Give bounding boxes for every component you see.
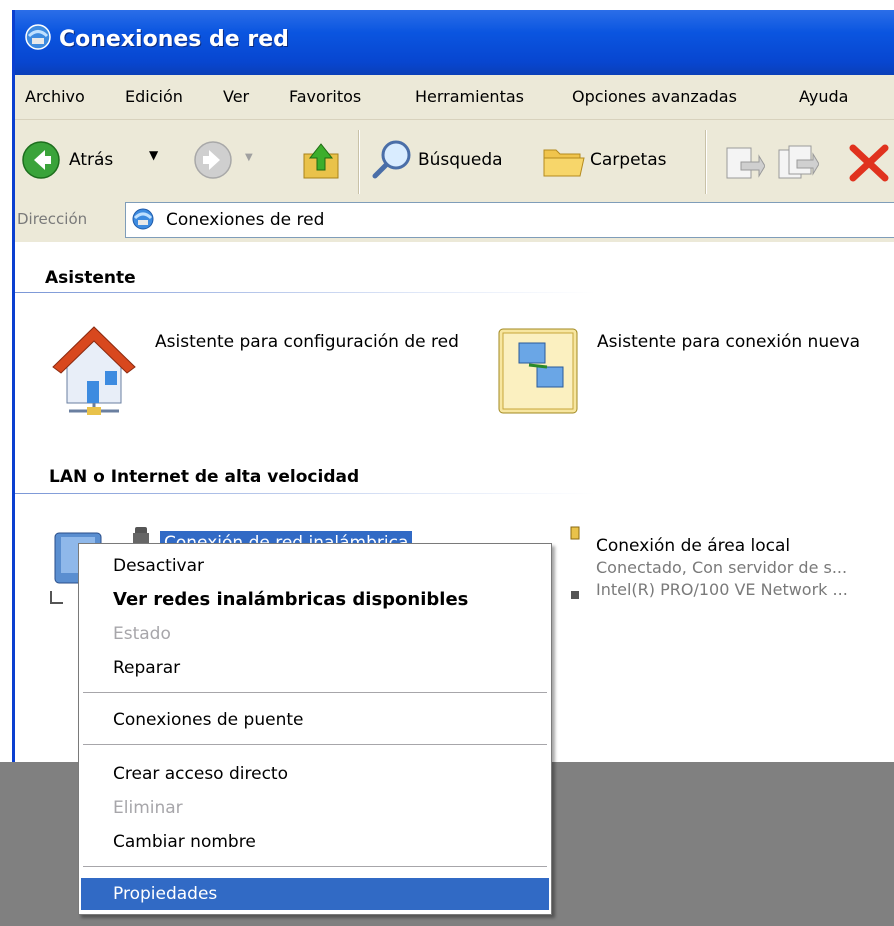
network-connections-icon xyxy=(132,208,154,230)
menu-edicion[interactable]: Edición xyxy=(125,87,183,106)
toolbar-separator xyxy=(358,130,360,194)
forward-dropdown-icon[interactable]: ▼ xyxy=(245,152,253,163)
folders-icon xyxy=(543,149,585,177)
lan-connection-status: Conectado, Con servidor de s... xyxy=(596,558,848,577)
menu-item-reparar[interactable]: Reparar xyxy=(81,652,549,684)
menu-item-ver-redes[interactable]: Ver redes inalámbricas disponibles xyxy=(81,584,549,616)
lan-connection-item[interactable]: Conexión de área local Conectado, Con se… xyxy=(569,525,894,615)
home-network-wizard-icon xyxy=(52,326,136,415)
menu-item-crear-acceso-directo[interactable]: Crear acceso directo xyxy=(81,758,549,790)
forward-button[interactable]: ▼ xyxy=(193,140,263,184)
forward-arrow-icon xyxy=(194,141,232,179)
up-folder-icon[interactable] xyxy=(300,140,342,182)
lan-connection-device: Intel(R) PRO/100 VE Network ... xyxy=(596,580,848,599)
title-bar[interactable]: Conexiones de red xyxy=(15,10,894,75)
delete-icon[interactable] xyxy=(847,142,891,184)
lan-connection-label: Conexión de área local xyxy=(596,536,791,556)
menu-favoritos[interactable]: Favoritos xyxy=(289,87,361,106)
menu-item-cambiar-nombre[interactable]: Cambiar nombre xyxy=(81,826,549,858)
search-label: Búsqueda xyxy=(418,150,503,170)
menu-item-conexiones-de-puente[interactable]: Conexiones de puente xyxy=(81,704,549,736)
new-connection-wizard-icon xyxy=(498,328,578,414)
new-connection-wizard-label: Asistente para conexión nueva xyxy=(597,332,861,352)
toolbar: Atrás ▼ ▼ Búsqueda Carpetas xyxy=(15,120,894,207)
menu-item-estado[interactable]: Estado xyxy=(81,618,549,650)
new-connection-wizard-item[interactable]: Asistente para conexión nueva xyxy=(493,323,894,423)
search-icon xyxy=(372,140,411,179)
back-dropdown-icon[interactable]: ▼ xyxy=(149,148,158,162)
back-arrow-icon xyxy=(22,141,60,179)
toolbar-separator xyxy=(705,130,707,194)
search-button[interactable]: Búsqueda xyxy=(370,138,530,184)
menu-item-eliminar[interactable]: Eliminar xyxy=(81,792,549,824)
home-network-wizard-label: Asistente para configuración de red xyxy=(155,332,459,352)
group-divider xyxy=(15,292,595,293)
menu-ayuda[interactable]: Ayuda xyxy=(799,87,848,106)
folders-label: Carpetas xyxy=(590,150,667,170)
move-to-icon[interactable] xyxy=(721,142,765,184)
back-label: Atrás xyxy=(69,150,114,170)
menu-bar: Archivo Edición Ver Favoritos Herramient… xyxy=(15,75,894,120)
address-field[interactable]: Conexiones de red xyxy=(125,202,894,238)
menu-separator xyxy=(83,692,547,694)
home-network-wizard-item[interactable]: Asistente para configuración de red xyxy=(43,323,483,423)
lan-connection-icon xyxy=(570,526,580,599)
menu-item-desactivar[interactable]: Desactivar xyxy=(81,550,549,582)
menu-herramientas[interactable]: Herramientas xyxy=(415,87,524,106)
address-value: Conexiones de red xyxy=(166,210,325,230)
back-button[interactable]: Atrás ▼ xyxy=(21,140,189,184)
group-title-lan: LAN o Internet de alta velocidad xyxy=(49,467,360,487)
group-title-asistente: Asistente xyxy=(45,268,136,288)
menu-ver[interactable]: Ver xyxy=(223,87,249,106)
menu-separator xyxy=(83,866,547,868)
folders-button[interactable]: Carpetas xyxy=(540,138,700,184)
menu-opciones-avanzadas[interactable]: Opciones avanzadas xyxy=(572,87,737,106)
address-label: Dirección xyxy=(17,210,88,228)
menu-separator xyxy=(83,744,547,746)
menu-item-propiedades[interactable]: Propiedades xyxy=(81,878,549,910)
context-menu: Desactivar Ver redes inalámbricas dispon… xyxy=(78,543,552,915)
address-bar: Dirección Conexiones de red xyxy=(15,197,894,242)
group-divider xyxy=(15,493,595,494)
copy-to-icon[interactable] xyxy=(775,142,819,184)
network-connections-icon xyxy=(25,24,51,50)
window-title: Conexiones de red xyxy=(59,27,289,52)
menu-archivo[interactable]: Archivo xyxy=(25,87,85,106)
